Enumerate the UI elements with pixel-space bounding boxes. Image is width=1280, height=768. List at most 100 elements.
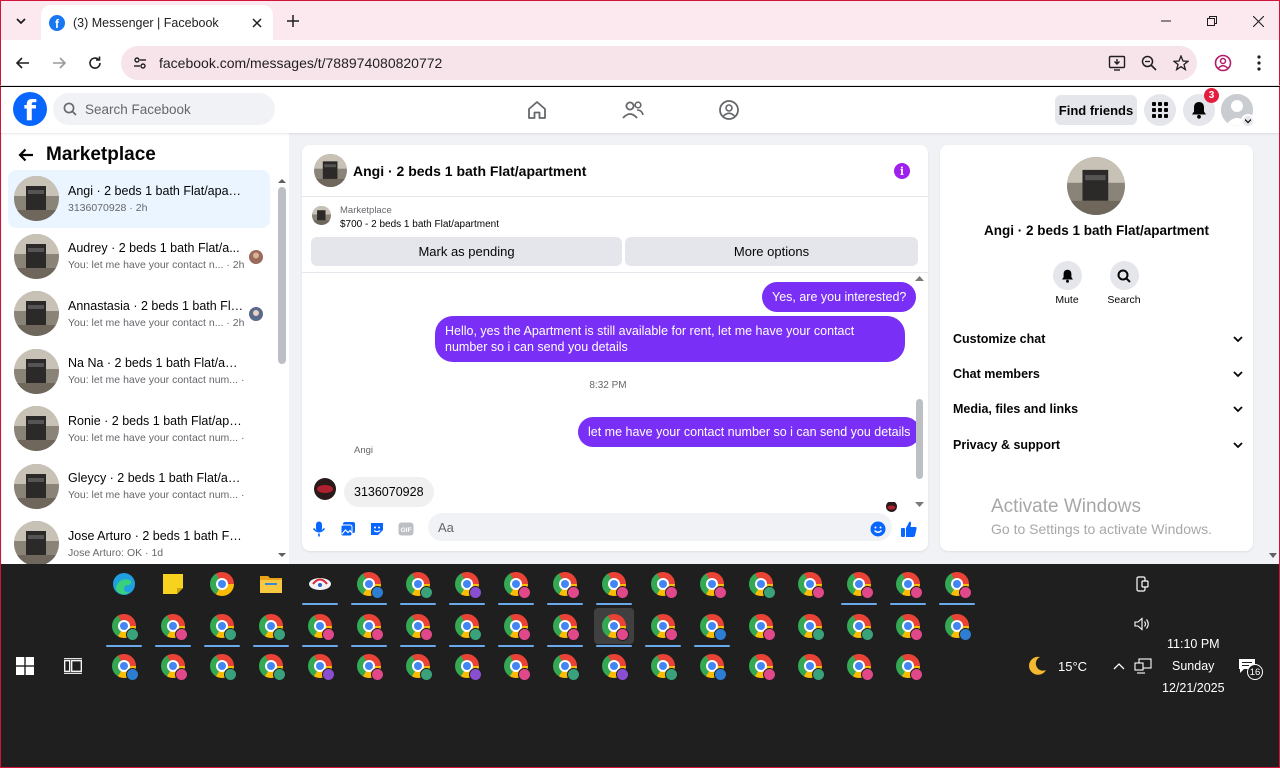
- chrome-profile-taskbar-icon[interactable]: [692, 566, 732, 602]
- sticky-notes-taskbar-icon[interactable]: [153, 566, 193, 602]
- chrome-profile-taskbar-icon[interactable]: [594, 648, 634, 684]
- chrome-profile-taskbar-icon[interactable]: [300, 648, 340, 684]
- chrome-profile-taskbar-icon[interactable]: [741, 608, 781, 644]
- mark-as-pending-button[interactable]: Mark as pending: [311, 237, 622, 266]
- chrome-profile-taskbar-icon[interactable]: [643, 566, 683, 602]
- chat-members-section[interactable]: Chat members: [953, 362, 1243, 386]
- weather-moon-icon[interactable]: [1017, 648, 1057, 684]
- bookmark-star-icon[interactable]: [1165, 47, 1197, 79]
- chrome-profile-taskbar-icon[interactable]: [447, 648, 487, 684]
- chrome-profile-taskbar-icon[interactable]: [447, 566, 487, 605]
- chrome-profile-taskbar-icon[interactable]: [349, 648, 389, 684]
- outgoing-message[interactable]: let me have your contact number so i can…: [578, 417, 921, 447]
- scroll-down-arrow-icon[interactable]: [278, 551, 286, 559]
- file-explorer-taskbar-icon[interactable]: [251, 566, 291, 602]
- facebook-search-input[interactable]: Search Facebook: [53, 93, 275, 125]
- chrome-profile-taskbar-icon[interactable]: [937, 566, 977, 605]
- chrome-profile-taskbar-icon[interactable]: [153, 608, 193, 647]
- phone-link-icon[interactable]: [1122, 566, 1162, 602]
- chrome-profile-taskbar-icon[interactable]: [839, 648, 879, 684]
- chrome-taskbar-icon[interactable]: [202, 566, 242, 602]
- conversation-item[interactable]: Na Na · 2 beds 1 bath Flat/apart... You: …: [8, 343, 270, 401]
- chat-scroll-up-icon[interactable]: [915, 275, 924, 283]
- outgoing-message[interactable]: Yes, are you interested?: [762, 282, 917, 312]
- chrome-profile-taskbar-icon[interactable]: [888, 648, 928, 684]
- mute-action[interactable]: Mute: [1037, 261, 1097, 306]
- listing-thumbnail[interactable]: [312, 206, 331, 225]
- sidebar-scrollbar[interactable]: [278, 187, 286, 364]
- menu-button[interactable]: [1144, 94, 1176, 126]
- chrome-profile-taskbar-icon[interactable]: [839, 608, 879, 644]
- incoming-message[interactable]: 3136070928: [344, 477, 434, 507]
- listing-price[interactable]: $700 - 2 beds 1 bath Flat/apartment: [340, 219, 499, 230]
- chat-title[interactable]: Angi · 2 beds 1 bath Flat/apartment: [353, 163, 586, 179]
- chrome-profile-taskbar-icon[interactable]: [839, 566, 879, 605]
- gif-icon[interactable]: GIF: [397, 520, 415, 538]
- clock-day[interactable]: Sunday: [1172, 659, 1214, 673]
- conversation-item[interactable]: Annastasia · 2 beds 1 bath Fla... You: le…: [8, 285, 270, 343]
- chrome-profile-taskbar-icon[interactable]: [447, 608, 487, 647]
- weather-temperature[interactable]: 15°C: [1058, 659, 1087, 674]
- chrome-profile-taskbar-icon[interactable]: [496, 566, 536, 605]
- chrome-profile-taskbar-icon[interactable]: [496, 608, 536, 647]
- chrome-profile-taskbar-icon[interactable]: [741, 648, 781, 684]
- find-friends-button[interactable]: Find friends: [1055, 95, 1137, 125]
- chrome-profile-taskbar-icon[interactable]: [251, 648, 291, 684]
- account-caret-icon[interactable]: [1241, 114, 1255, 128]
- more-options-button[interactable]: More options: [625, 237, 918, 266]
- chrome-profile-taskbar-icon[interactable]: [251, 608, 291, 647]
- emoji-icon[interactable]: [869, 520, 887, 538]
- chrome-profile-taskbar-icon[interactable]: [790, 566, 830, 602]
- chat-scrollbar[interactable]: [916, 399, 923, 479]
- scroll-up-arrow-icon[interactable]: [278, 177, 286, 185]
- browser-menu-button[interactable]: [1247, 51, 1271, 75]
- chrome-profile-taskbar-icon[interactable]: [643, 608, 683, 647]
- volume-icon[interactable]: [1122, 606, 1162, 642]
- tab-search-button[interactable]: [9, 10, 33, 32]
- conversation-item[interactable]: Gleycy · 2 beds 1 bath Flat/apar... You: …: [8, 458, 270, 516]
- chrome-profile-taskbar-icon[interactable]: [594, 566, 634, 605]
- back-button[interactable]: [11, 51, 35, 75]
- page-scroll-down-icon[interactable]: [1268, 550, 1278, 560]
- site-info-icon[interactable]: [123, 46, 157, 80]
- chrome-profile-taskbar-icon[interactable]: [153, 648, 193, 684]
- chrome-profile-taskbar-icon[interactable]: [300, 608, 340, 647]
- close-window-button[interactable]: [1235, 1, 1280, 41]
- chrome-profile-taskbar-icon[interactable]: [349, 608, 389, 647]
- task-view-button[interactable]: [53, 648, 93, 684]
- tab-close-icon[interactable]: [249, 15, 265, 31]
- outgoing-message[interactable]: Hello, yes the Apartment is still availa…: [435, 316, 905, 362]
- chrome-profile-taskbar-icon[interactable]: [398, 566, 438, 605]
- forward-button[interactable]: [47, 51, 71, 75]
- chrome-profile-taskbar-icon[interactable]: [104, 608, 144, 647]
- edge-taskbar-icon[interactable]: [104, 566, 144, 602]
- chrome-profile-taskbar-icon[interactable]: [202, 648, 242, 684]
- chrome-profile-taskbar-icon[interactable]: [692, 648, 732, 684]
- chrome-profile-taskbar-icon[interactable]: [888, 608, 928, 644]
- conversation-item[interactable]: Jose Arturo · 2 beds 1 bath Flat/... Jose…: [8, 515, 270, 564]
- chrome-profile-taskbar-icon[interactable]: [202, 608, 242, 647]
- chrome-profile-taskbar-icon[interactable]: [398, 648, 438, 684]
- restore-button[interactable]: [1189, 1, 1235, 41]
- install-app-icon[interactable]: [1101, 47, 1133, 79]
- minimize-button[interactable]: [1143, 1, 1189, 41]
- sender-avatar[interactable]: [314, 478, 336, 500]
- chrome-profile-taskbar-icon-active[interactable]: [594, 608, 634, 647]
- chrome-profile-taskbar-icon[interactable]: [545, 648, 585, 684]
- url-text[interactable]: facebook.com/messages/t/788974080820772: [159, 55, 1101, 71]
- conversation-item[interactable]: Ronie · 2 beds 1 bath Flat/apart... You: …: [8, 400, 270, 458]
- chrome-profile-taskbar-icon[interactable]: [349, 566, 389, 605]
- chrome-profile-taskbar-icon[interactable]: [545, 566, 585, 605]
- clock-date[interactable]: 12/21/2025: [1162, 681, 1225, 695]
- chrome-profile-taskbar-icon[interactable]: [888, 566, 928, 605]
- friends-nav-button[interactable]: [620, 97, 646, 123]
- profile-avatar[interactable]: [1067, 157, 1125, 215]
- privacy-support-section[interactable]: Privacy & support: [953, 433, 1243, 457]
- facebook-logo-icon[interactable]: f: [13, 92, 47, 126]
- profile-button[interactable]: [1211, 51, 1235, 75]
- network-icon[interactable]: [1123, 648, 1163, 684]
- chrome-profile-taskbar-icon[interactable]: [398, 608, 438, 647]
- chrome-profile-taskbar-icon[interactable]: [741, 566, 781, 602]
- back-arrow-icon[interactable]: [14, 143, 38, 167]
- sticker-icon[interactable]: [368, 520, 386, 538]
